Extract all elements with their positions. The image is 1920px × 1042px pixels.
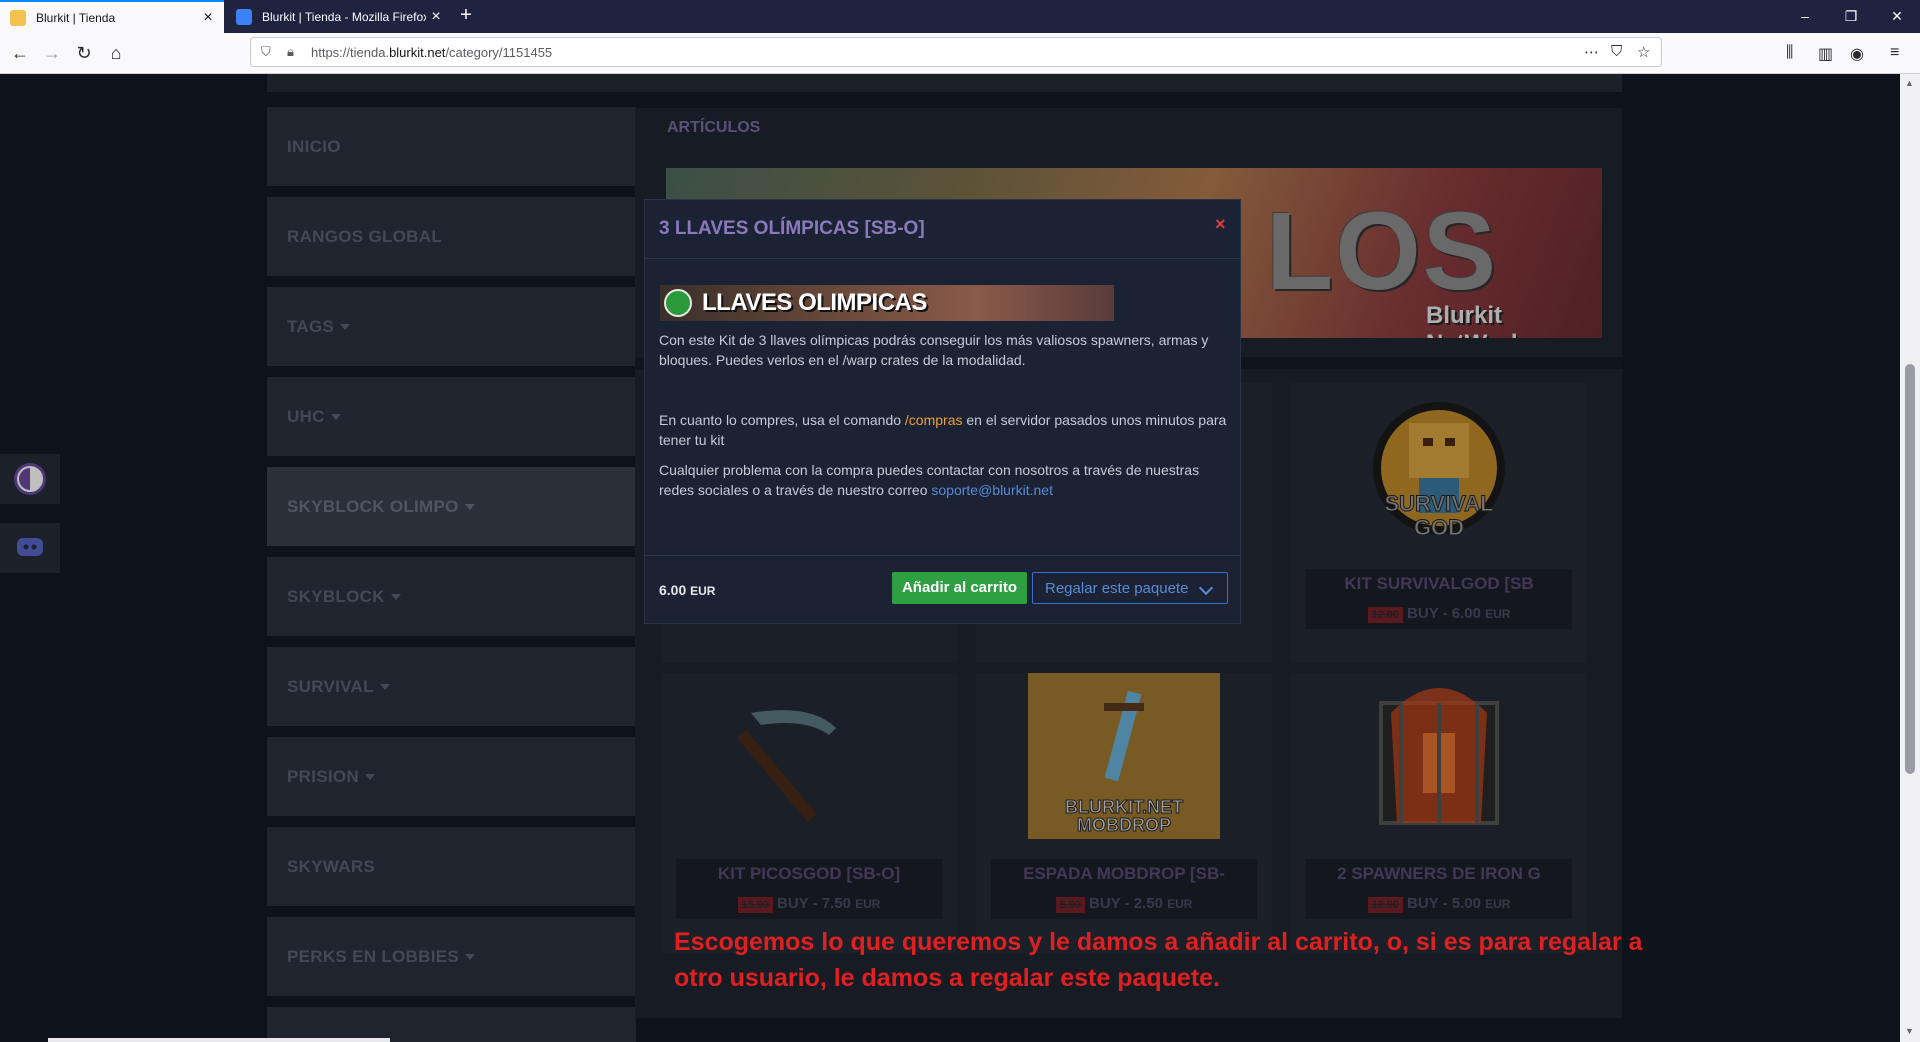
minimize-icon[interactable]: – bbox=[1782, 0, 1828, 33]
site-favicon-icon bbox=[10, 9, 26, 26]
close-tab-icon[interactable]: × bbox=[198, 9, 218, 27]
scroll-up-icon[interactable]: ▲ bbox=[1905, 78, 1914, 88]
gift-package-button[interactable]: Regalar este paquete bbox=[1032, 572, 1228, 604]
product-banner-text: LLAVES OLIMPICAS bbox=[702, 289, 927, 316]
menu-icon[interactable]: ≡ bbox=[1890, 44, 1899, 62]
home-icon[interactable]: ⌂ bbox=[102, 39, 130, 67]
add-to-cart-button[interactable]: Añadir al carrito bbox=[892, 572, 1027, 604]
modal-title: 3 LLAVES OLÍMPICAS [SB-O] bbox=[659, 218, 925, 239]
url-bar[interactable]: ⛉ 🔒︎ https://tienda.blurkit.net/category… bbox=[250, 37, 1662, 67]
tab-title: Blurkit | Tienda - Mozilla Firefox bbox=[262, 9, 426, 24]
pocket-icon[interactable]: ⛉ bbox=[1611, 43, 1622, 60]
close-tab-icon[interactable]: × bbox=[426, 8, 446, 26]
command-text: /compras bbox=[904, 412, 963, 428]
modal-header: 3 LLAVES OLÍMPICAS [SB-O] × bbox=[645, 200, 1240, 259]
more-icon[interactable]: ⋯ bbox=[1584, 43, 1599, 61]
forward-arrow-icon[interactable]: → bbox=[38, 39, 66, 67]
instruction-annotation: Escogemos lo que queremos y le damos a a… bbox=[674, 928, 1643, 992]
close-window-icon[interactable]: ✕ bbox=[1874, 0, 1920, 33]
sidebar-toggle-icon[interactable]: ▥ bbox=[1818, 44, 1833, 64]
close-icon[interactable]: × bbox=[1215, 214, 1226, 235]
chart-badge-icon bbox=[664, 289, 692, 317]
modal-price: 6.00 EUR bbox=[659, 582, 716, 598]
product-description: Con este Kit de 3 llaves olímpicas podrá… bbox=[659, 332, 1209, 368]
page-scrollbar[interactable]: ▲ ▼ bbox=[1900, 74, 1920, 1042]
library-icon[interactable]: ⫼ bbox=[1786, 44, 1793, 62]
product-modal: 3 LLAVES OLÍMPICAS [SB-O] × LLAVES OLIMP… bbox=[644, 199, 1241, 624]
status-strip bbox=[48, 1038, 390, 1042]
bookmark-star-icon[interactable]: ☆ bbox=[1637, 43, 1650, 61]
support-info: Cualquier problema con la compra puedes … bbox=[659, 462, 1200, 498]
reload-icon[interactable]: ↻ bbox=[70, 39, 98, 67]
url-text: https://tienda.blurkit.net/category/1151… bbox=[311, 45, 553, 60]
navigation-bar: ← → ↻ ⌂ ⛉ 🔒︎ https://tienda.blurkit.net/… bbox=[0, 33, 1920, 74]
chevron-down-icon bbox=[1198, 580, 1214, 596]
back-arrow-icon[interactable]: ← bbox=[6, 39, 34, 67]
modal-footer-divider bbox=[645, 555, 1240, 556]
browser-tab[interactable]: Blurkit | Tienda - Mozilla Firefox × bbox=[226, 0, 452, 33]
tab-title: Blurkit | Tienda bbox=[36, 10, 116, 25]
purchase-instructions: En cuanto lo compres, usa el comando /co… bbox=[659, 412, 1227, 448]
scrollbar-thumb[interactable] bbox=[1905, 364, 1915, 774]
scroll-down-icon[interactable]: ▼ bbox=[1905, 1026, 1914, 1036]
product-banner: LLAVES OLIMPICAS bbox=[660, 285, 1114, 321]
account-icon[interactable]: ◉ bbox=[1850, 44, 1864, 64]
browser-tab-active[interactable]: Blurkit | Tienda × bbox=[0, 0, 224, 33]
new-tab-icon[interactable]: + bbox=[454, 4, 478, 28]
lock-icon[interactable]: 🔒︎ bbox=[287, 44, 294, 60]
tab-bar: Blurkit | Tienda × Blurkit | Tienda - Mo… bbox=[0, 0, 1920, 33]
restore-icon[interactable]: ❐ bbox=[1828, 0, 1874, 33]
shield-icon[interactable]: ⛉ bbox=[261, 44, 271, 60]
site-favicon-icon bbox=[236, 8, 252, 25]
support-email-link[interactable]: soporte@blurkit.net bbox=[931, 482, 1053, 498]
